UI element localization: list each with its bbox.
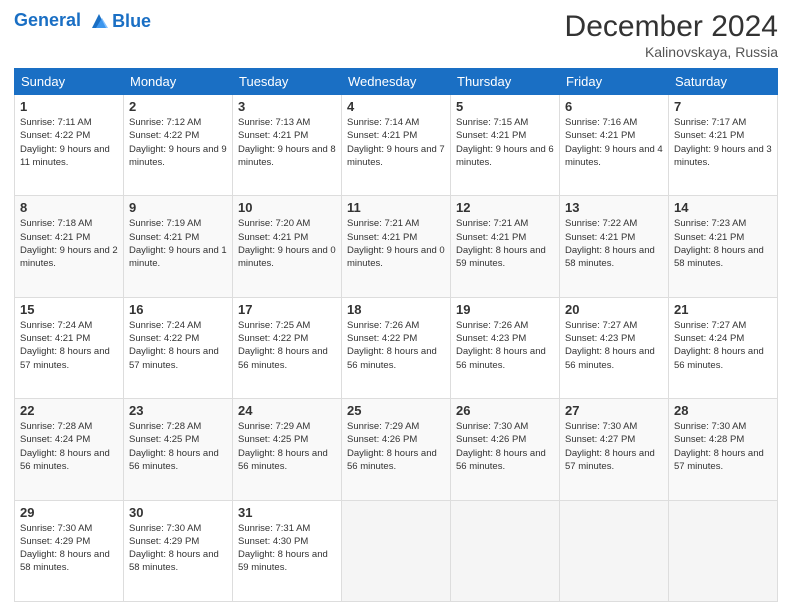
table-row: 10Sunrise: 7:20 AMSunset: 4:21 PMDayligh… [233, 196, 342, 297]
table-row: 30Sunrise: 7:30 AMSunset: 4:29 PMDayligh… [124, 500, 233, 601]
table-row [669, 500, 778, 601]
table-row: 2Sunrise: 7:12 AMSunset: 4:22 PMDaylight… [124, 95, 233, 196]
table-row: 25Sunrise: 7:29 AMSunset: 4:26 PMDayligh… [342, 399, 451, 500]
col-monday: Monday [124, 69, 233, 95]
logo-icon [88, 10, 110, 32]
title-area: December 2024 Kalinovskaya, Russia [565, 10, 778, 60]
week-row-4: 22Sunrise: 7:28 AMSunset: 4:24 PMDayligh… [15, 399, 778, 500]
table-row: 6Sunrise: 7:16 AMSunset: 4:21 PMDaylight… [560, 95, 669, 196]
table-row: 31Sunrise: 7:31 AMSunset: 4:30 PMDayligh… [233, 500, 342, 601]
week-row-2: 8Sunrise: 7:18 AMSunset: 4:21 PMDaylight… [15, 196, 778, 297]
col-saturday: Saturday [669, 69, 778, 95]
table-row: 15Sunrise: 7:24 AMSunset: 4:21 PMDayligh… [15, 297, 124, 398]
table-row: 27Sunrise: 7:30 AMSunset: 4:27 PMDayligh… [560, 399, 669, 500]
table-row: 9Sunrise: 7:19 AMSunset: 4:21 PMDaylight… [124, 196, 233, 297]
table-row: 3Sunrise: 7:13 AMSunset: 4:21 PMDaylight… [233, 95, 342, 196]
table-row: 18Sunrise: 7:26 AMSunset: 4:22 PMDayligh… [342, 297, 451, 398]
table-row: 13Sunrise: 7:22 AMSunset: 4:21 PMDayligh… [560, 196, 669, 297]
table-row [342, 500, 451, 601]
logo-blue: Blue [112, 11, 151, 32]
table-row: 4Sunrise: 7:14 AMSunset: 4:21 PMDaylight… [342, 95, 451, 196]
header-row: Sunday Monday Tuesday Wednesday Thursday… [15, 69, 778, 95]
table-row: 7Sunrise: 7:17 AMSunset: 4:21 PMDaylight… [669, 95, 778, 196]
table-row: 12Sunrise: 7:21 AMSunset: 4:21 PMDayligh… [451, 196, 560, 297]
table-row: 1Sunrise: 7:11 AMSunset: 4:22 PMDaylight… [15, 95, 124, 196]
table-row: 23Sunrise: 7:28 AMSunset: 4:25 PMDayligh… [124, 399, 233, 500]
table-row: 5Sunrise: 7:15 AMSunset: 4:21 PMDaylight… [451, 95, 560, 196]
table-row: 17Sunrise: 7:25 AMSunset: 4:22 PMDayligh… [233, 297, 342, 398]
col-thursday: Thursday [451, 69, 560, 95]
header: General Blue December 2024 Kalinovskaya,… [14, 10, 778, 60]
week-row-1: 1Sunrise: 7:11 AMSunset: 4:22 PMDaylight… [15, 95, 778, 196]
table-row: 19Sunrise: 7:26 AMSunset: 4:23 PMDayligh… [451, 297, 560, 398]
week-row-3: 15Sunrise: 7:24 AMSunset: 4:21 PMDayligh… [15, 297, 778, 398]
table-row: 26Sunrise: 7:30 AMSunset: 4:26 PMDayligh… [451, 399, 560, 500]
week-row-5: 29Sunrise: 7:30 AMSunset: 4:29 PMDayligh… [15, 500, 778, 601]
col-friday: Friday [560, 69, 669, 95]
location: Kalinovskaya, Russia [565, 44, 778, 60]
table-row: 29Sunrise: 7:30 AMSunset: 4:29 PMDayligh… [15, 500, 124, 601]
table-row: 11Sunrise: 7:21 AMSunset: 4:21 PMDayligh… [342, 196, 451, 297]
calendar-table: Sunday Monday Tuesday Wednesday Thursday… [14, 68, 778, 602]
table-row: 20Sunrise: 7:27 AMSunset: 4:23 PMDayligh… [560, 297, 669, 398]
table-row: 8Sunrise: 7:18 AMSunset: 4:21 PMDaylight… [15, 196, 124, 297]
table-row [451, 500, 560, 601]
table-row: 24Sunrise: 7:29 AMSunset: 4:25 PMDayligh… [233, 399, 342, 500]
table-row: 21Sunrise: 7:27 AMSunset: 4:24 PMDayligh… [669, 297, 778, 398]
table-row: 22Sunrise: 7:28 AMSunset: 4:24 PMDayligh… [15, 399, 124, 500]
col-tuesday: Tuesday [233, 69, 342, 95]
table-row: 28Sunrise: 7:30 AMSunset: 4:28 PMDayligh… [669, 399, 778, 500]
logo: General Blue [14, 10, 151, 32]
calendar-container: General Blue December 2024 Kalinovskaya,… [0, 0, 792, 612]
table-row [560, 500, 669, 601]
col-wednesday: Wednesday [342, 69, 451, 95]
month-title: December 2024 [565, 10, 778, 44]
col-sunday: Sunday [15, 69, 124, 95]
table-row: 14Sunrise: 7:23 AMSunset: 4:21 PMDayligh… [669, 196, 778, 297]
logo-general: General [14, 10, 81, 30]
table-row: 16Sunrise: 7:24 AMSunset: 4:22 PMDayligh… [124, 297, 233, 398]
